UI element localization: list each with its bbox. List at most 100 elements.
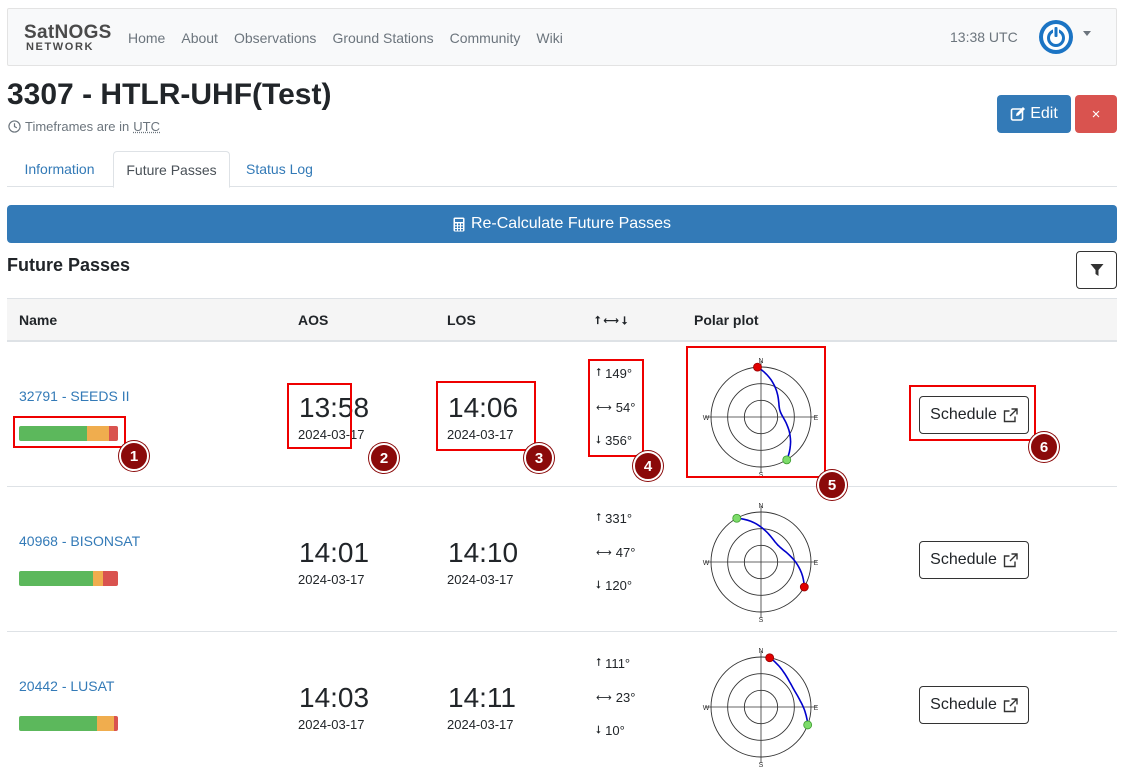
set-azimuth-value: 10° — [605, 723, 625, 738]
quality-bar — [19, 571, 118, 586]
nav-wiki[interactable]: Wiki — [536, 30, 562, 46]
aos-date: 2024-03-17 — [298, 717, 365, 732]
annotation-badge-6: 6 — [1029, 432, 1059, 462]
polar-label-n: N — [758, 648, 763, 655]
edit-button[interactable]: Edit — [997, 95, 1071, 133]
quality-poor-segment — [114, 716, 118, 731]
aos-time: 14:03 — [299, 682, 370, 713]
col-los[interactable]: LOS — [447, 312, 476, 328]
chevron-down-icon[interactable] — [1083, 31, 1091, 36]
rise-azimuth: ⭡ 331° — [596, 511, 632, 526]
set-azimuth: ⭣ 120° — [596, 578, 632, 593]
external-link-icon — [1003, 697, 1018, 712]
rise-azimuth-value: 331° — [605, 511, 633, 526]
satellite-link[interactable]: 20442 - LUSAT — [19, 678, 114, 694]
annotation-badge-5: 5 — [817, 470, 847, 500]
utc-clock: 13:38 UTC — [950, 29, 1018, 45]
satellite-link[interactable]: 32791 - SEEDS II — [19, 388, 130, 404]
col-aos[interactable]: AOS — [298, 312, 328, 328]
tab-status-log[interactable]: Status Log — [232, 151, 327, 187]
recalculate-button[interactable]: Re-Calculate Future Passes — [7, 205, 1117, 243]
nav-about[interactable]: About — [181, 30, 218, 46]
aos-time: 14:01 — [299, 537, 370, 568]
set-azimuth: ⭣ 10° — [596, 723, 625, 738]
timezone-note: Timeframes are in UTC — [8, 119, 160, 134]
nav-observations[interactable]: Observations — [234, 30, 316, 46]
timezone-value: UTC — [133, 119, 160, 134]
max-altitude-icon: ⟷ — [596, 692, 612, 704]
polar-label-s: S — [759, 762, 764, 768]
los-time: 14:11 — [448, 682, 516, 713]
set-marker — [765, 653, 775, 663]
annotation-box-4 — [588, 359, 644, 457]
polar-label-e: E — [814, 705, 819, 712]
annotation-badge-4: 4 — [633, 451, 663, 481]
edit-icon — [1010, 107, 1026, 121]
polar-plot: N S E W — [703, 648, 819, 768]
set-icon: ⭣ — [622, 315, 628, 327]
nav-ground-stations[interactable]: Ground Stations — [332, 30, 433, 46]
tab-future-passes[interactable]: Future Passes — [113, 151, 230, 188]
set-icon: ⭣ — [596, 724, 602, 736]
page-title: 3307 - HTLR-UHF(Test) — [7, 78, 332, 111]
set-azimuth-value: 120° — [605, 578, 633, 593]
brand-line2: NETWORK — [26, 41, 95, 53]
clock-icon — [8, 120, 21, 133]
annotation-box-2 — [287, 383, 352, 449]
edit-label: Edit — [1030, 105, 1058, 122]
max-altitude: ⟷ 47° — [596, 545, 635, 560]
table-header: Name AOS LOS ⭡ ⟷ ⭣ Polar plot — [7, 298, 1117, 342]
polar-label-n: N — [758, 503, 763, 510]
quality-good-segment — [19, 571, 94, 586]
max-altitude: ⟷ 23° — [596, 690, 635, 705]
rise-azimuth-value: 111° — [605, 656, 631, 671]
schedule-label: Schedule — [930, 696, 997, 713]
calculator-icon — [453, 217, 465, 231]
annotation-box-3 — [436, 381, 536, 451]
section-title: Future Passes — [7, 255, 131, 275]
col-azimuth-icons: ⭡ ⟷ ⭣ — [595, 314, 627, 328]
brand-line1: SatNOGS — [24, 22, 112, 43]
schedule-button[interactable]: Schedule — [919, 541, 1029, 579]
schedule-label: Schedule — [930, 551, 997, 568]
nav-home[interactable]: Home — [128, 30, 165, 46]
rise-icon: ⭡ — [595, 315, 601, 327]
set-marker — [799, 582, 809, 592]
timezone-prefix: Timeframes are in — [25, 119, 130, 134]
delete-button[interactable]: × — [1075, 95, 1117, 133]
quality-poor-segment — [103, 571, 118, 586]
max-altitude-icon: ⟷ — [603, 315, 620, 327]
nav-links: Home About Observations Ground Stations … — [128, 9, 563, 67]
aos-date: 2024-03-17 — [298, 572, 365, 587]
annotation-badge-1: 1 — [119, 441, 149, 471]
quality-bar — [19, 716, 118, 731]
set-icon: ⭣ — [596, 579, 602, 591]
rise-marker — [803, 720, 813, 730]
los-date: 2024-03-17 — [447, 717, 514, 732]
col-polar: Polar plot — [694, 312, 759, 328]
los-time: 14:10 — [448, 537, 519, 568]
polar-label-s: S — [759, 617, 764, 623]
annotation-box-6 — [909, 385, 1036, 441]
quality-good-segment — [19, 716, 98, 731]
tab-information[interactable]: Information — [7, 151, 112, 187]
power-icon[interactable] — [1038, 19, 1074, 55]
quality-fair-segment — [97, 716, 115, 731]
annotation-box-1 — [13, 416, 126, 448]
filter-button[interactable] — [1076, 251, 1117, 289]
navbar: SatNOGS NETWORK Home About Observations … — [7, 8, 1117, 66]
recalculate-label: Re-Calculate Future Passes — [470, 215, 672, 232]
max-altitude-value: 47° — [615, 545, 636, 560]
rise-icon: ⭡ — [596, 657, 602, 669]
schedule-button[interactable]: Schedule — [919, 686, 1029, 724]
satnogs-logo[interactable]: SatNOGS NETWORK — [24, 23, 111, 54]
table-row: 20442 - LUSAT 14:03 2024-03-17 14:11 202… — [7, 632, 1117, 770]
polar-label-w: W — [703, 705, 710, 712]
quality-fair-segment — [93, 571, 104, 586]
nav-community[interactable]: Community — [450, 30, 521, 46]
rise-azimuth: ⭡ 111° — [596, 656, 630, 671]
col-name[interactable]: Name — [19, 312, 57, 328]
max-altitude-icon: ⟷ — [596, 547, 612, 559]
satellite-link[interactable]: 40968 - BISONSAT — [19, 533, 140, 549]
tab-bar: Information Future Passes Status Log — [7, 151, 1117, 188]
